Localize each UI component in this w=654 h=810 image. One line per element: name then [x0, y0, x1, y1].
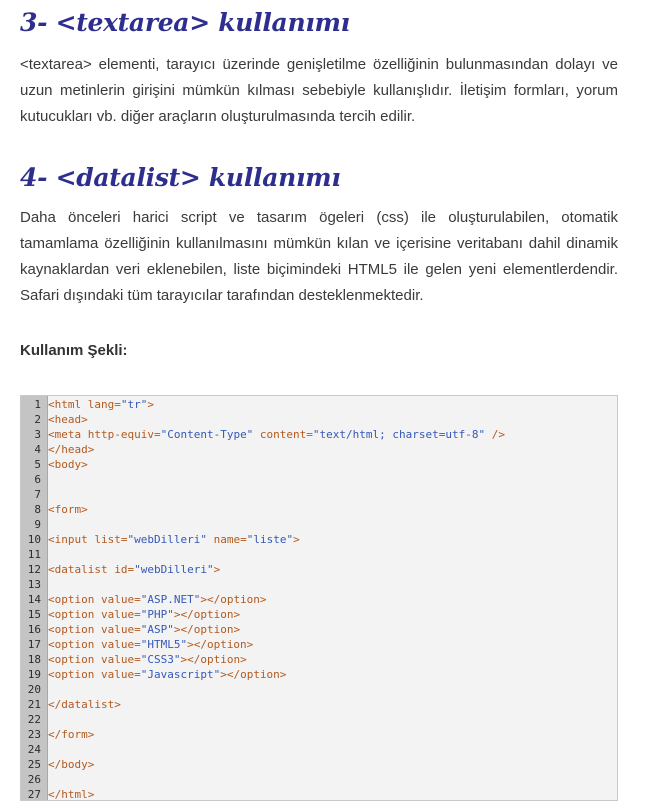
line-number: 16	[27, 623, 41, 636]
usage-label: Kullanım Şekli:	[20, 342, 128, 359]
line-number: 23	[27, 728, 41, 741]
code-text: <datalist id="webDilleri">	[48, 563, 221, 576]
line-number: 12	[27, 563, 41, 576]
code-line: 1 <html lang="tr">	[21, 397, 617, 412]
code-line: 26	[21, 772, 617, 787]
section-heading-datalist: 4- <datalist> kullanımı	[20, 163, 341, 192]
code-text: </head>	[48, 443, 95, 456]
code-lines: 1 <html lang="tr"> 2 <head> 3 <meta http-equi…	[21, 397, 617, 801]
code-line: 2 <head>	[21, 412, 617, 427]
code-text: <option value="ASP"></option>	[48, 623, 241, 636]
code-line: 18 <option value="CSS3"></option>	[21, 652, 617, 667]
line-number: 6	[34, 473, 41, 486]
code-line: 24	[21, 742, 617, 757]
line-number: 20	[27, 683, 41, 696]
line-number: 18	[27, 653, 41, 666]
line-number: 11	[27, 548, 41, 561]
code-text: <input list="webDilleri" name="liste">	[48, 533, 300, 546]
code-line: 17 <option value="HTML5"></option>	[21, 637, 617, 652]
code-text: <body>	[48, 458, 88, 471]
line-number: 24	[27, 743, 41, 756]
code-text: <meta http-equiv="Content-Type" content=…	[48, 428, 505, 441]
code-line: 7	[21, 487, 617, 502]
code-line: 15 <option value="PHP"></option>	[21, 607, 617, 622]
code-line: 22	[21, 712, 617, 727]
code-line: 3 <meta http-equiv="Content-Type" content…	[21, 427, 617, 442]
code-line: 11	[21, 547, 617, 562]
line-number: 27	[27, 788, 41, 801]
section-heading-textarea: 3- <textarea> kullanımı	[20, 8, 350, 37]
code-text: <option value="HTML5"></option>	[48, 638, 254, 651]
code-line: 25 </body>	[21, 757, 617, 772]
code-line: 8 <form>	[21, 502, 617, 517]
line-number: 4	[34, 443, 41, 456]
section-paragraph-datalist: Daha önceleri harici script ve tasarım ö…	[20, 209, 618, 304]
code-line: 21 </datalist>	[21, 697, 617, 712]
line-number: 14	[27, 593, 41, 606]
code-line: 10 <input list="webDilleri" name="liste">	[21, 532, 617, 547]
code-text: </datalist>	[48, 698, 121, 711]
line-number: 7	[34, 488, 41, 501]
line-number: 25	[27, 758, 41, 771]
code-line: 13	[21, 577, 617, 592]
line-number: 15	[27, 608, 41, 621]
code-text: </html>	[48, 788, 95, 801]
code-line: 16 <option value="ASP"></option>	[21, 622, 617, 637]
code-line: 19 <option value="Javascript"></option>	[21, 667, 617, 682]
line-number: 5	[34, 458, 41, 471]
code-text: <option value="CSS3"></option>	[48, 653, 247, 666]
line-number: 9	[34, 518, 41, 531]
code-text: <option value="PHP"></option>	[48, 608, 241, 621]
line-number: 1	[34, 398, 41, 411]
code-line: 9	[21, 517, 617, 532]
code-line: 27 </html>	[21, 787, 617, 801]
line-number: 22	[27, 713, 41, 726]
line-number: 21	[27, 698, 41, 711]
code-line: 23 </form>	[21, 727, 617, 742]
line-number: 17	[27, 638, 41, 651]
line-number: 3	[34, 428, 41, 441]
code-line: 4 </head>	[21, 442, 617, 457]
line-number: 13	[27, 578, 41, 591]
code-text: <option value="Javascript"></option>	[48, 668, 287, 681]
code-line: 12 <datalist id="webDilleri">	[21, 562, 617, 577]
code-text: <html lang="tr">	[48, 398, 154, 411]
line-number: 10	[27, 533, 41, 546]
code-line: 5 <body>	[21, 457, 617, 472]
code-text: <option value="ASP.NET"></option>	[48, 593, 267, 606]
section-paragraph-textarea: <textarea> elementi, tarayıcı üzerinde g…	[20, 56, 618, 125]
line-number: 2	[34, 413, 41, 426]
code-text: <form>	[48, 503, 88, 516]
line-number: 19	[27, 668, 41, 681]
line-number: 26	[27, 773, 41, 786]
code-line: 20	[21, 682, 617, 697]
code-text: </form>	[48, 728, 95, 741]
line-number: 8	[34, 503, 41, 516]
code-block: 1 <html lang="tr"> 2 <head> 3 <meta http-equi…	[20, 395, 618, 801]
code-text: <head>	[48, 413, 88, 426]
code-line: 6	[21, 472, 617, 487]
code-text: </body>	[48, 758, 95, 771]
code-line: 14 <option value="ASP.NET"></option>	[21, 592, 617, 607]
